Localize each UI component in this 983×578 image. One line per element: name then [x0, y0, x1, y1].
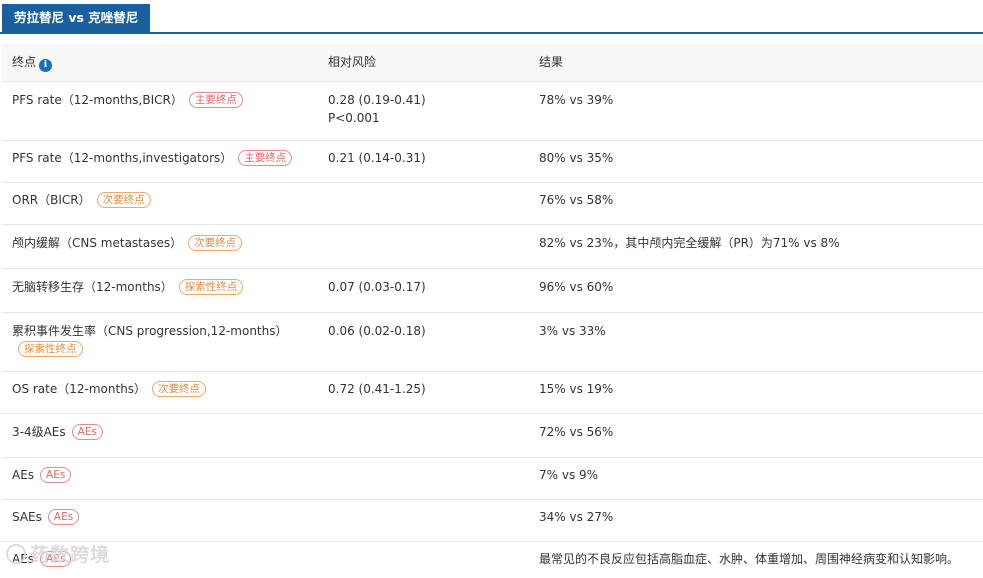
risk-cell: 0.21 (0.14-0.31) [328, 151, 426, 165]
endpoint-cell: 无脑转移生存（12-months） 探索性终点 [12, 278, 244, 296]
table-row: OS rate（12-months） 次要终点 0.72 (0.41-1.25) … [2, 372, 983, 414]
ae-tag: AEs [47, 509, 80, 525]
risk-cell: 0.28 (0.19-0.41) P<0.001 [328, 91, 426, 127]
results-table: 终点 i 相对风险 结果 PFS rate（12-months,BICR） 主要终点… [2, 44, 983, 578]
table-row: 累积事件发生率（CNS progression,12-months） 探索性终点 … [2, 313, 983, 372]
table-row: PFS rate（12-months,investigators） 主要终点 0.… [2, 141, 983, 183]
endpoint-label: 无脑转移生存（12-months） [12, 280, 173, 294]
tab-bar: 劳拉替尼 vs 克唑替尼 [0, 0, 983, 34]
secondary-endpoint-tag: 次要终点 [96, 192, 151, 208]
primary-endpoint-tag: 主要终点 [188, 92, 243, 108]
info-icon[interactable]: i [39, 59, 53, 72]
result-cell: 82% vs 23%，其中颅内完全缓解（PR）为71% vs 8% [539, 236, 840, 250]
endpoint-cell: SAEs AEs [12, 508, 80, 526]
watermark: 药数跨境 [6, 540, 110, 567]
endpoint-label: AEs [12, 468, 35, 482]
risk-cell: 0.06 (0.02-0.18) [328, 324, 426, 338]
result-cell: 3% vs 33% [539, 324, 606, 338]
table-row: 颅内缓解（CNS metastases） 次要终点 82% vs 23%，其中颅内… [2, 225, 983, 269]
tab-drug-comparison[interactable]: 劳拉替尼 vs 克唑替尼 [2, 4, 151, 32]
result-cell: 72% vs 56% [539, 425, 614, 439]
endpoint-label: 3-4级AEs [12, 425, 66, 439]
table-row: PFS rate（12-months,BICR） 主要终点 0.28 (0.19-… [2, 82, 983, 141]
result-cell: 34% vs 27% [539, 510, 614, 524]
endpoint-label: PFS rate（12-months,BICR） [12, 93, 183, 107]
endpoint-label: SAEs [12, 510, 42, 524]
secondary-endpoint-tag: 次要终点 [188, 235, 243, 251]
risk-value: 0.28 (0.19-0.41) [328, 93, 426, 107]
exploratory-endpoint-tag: 探索性终点 [18, 341, 83, 357]
exploratory-endpoint-tag: 探索性终点 [178, 279, 244, 295]
table-row: SAEs AEs 34% vs 27% [2, 500, 983, 542]
table-row: 无脑转移生存（12-months） 探索性终点 0.07 (0.03-0.17) … [2, 269, 983, 313]
result-cell: 78% vs 39% [539, 93, 614, 107]
header-endpoint-label: 终点 [12, 55, 37, 69]
result-cell: 80% vs 35% [539, 151, 614, 165]
result-cell: 76% vs 58% [539, 193, 614, 207]
endpoint-cell: PFS rate（12-months,investigators） 主要终点 [12, 149, 293, 167]
result-cell: 15% vs 19% [539, 382, 614, 396]
endpoint-label: 累积事件发生率（CNS progression,12-months） [12, 324, 288, 338]
endpoint-cell: ORR（BICR） 次要终点 [12, 191, 151, 209]
table-row: ORR（BICR） 次要终点 76% vs 58% [2, 183, 983, 225]
result-cell: 7% vs 9% [539, 468, 599, 482]
risk-cell: 0.07 (0.03-0.17) [328, 280, 426, 294]
ae-tag: AEs [71, 424, 103, 440]
risk-cell: 0.72 (0.41-1.25) [328, 382, 426, 396]
header-result: 结果 [539, 55, 564, 69]
primary-endpoint-tag: 主要终点 [238, 150, 293, 166]
secondary-endpoint-tag: 次要终点 [152, 381, 207, 397]
endpoint-label: ORR（BICR） [12, 193, 91, 207]
endpoint-cell: OS rate（12-months） 次要终点 [12, 380, 207, 398]
endpoint-cell: 累积事件发生率（CNS progression,12-months） 探索性终点 [12, 322, 288, 358]
endpoint-label: 颅内缓解（CNS metastases） [12, 236, 183, 250]
watermark-text: 药数跨境 [30, 544, 111, 566]
header-endpoint: 终点 i [12, 53, 53, 72]
result-cell: 最常见的不良反应包括高脂血症、水肿、体重增加、周围神经病变和认知影响。 [539, 552, 960, 566]
table-header: 终点 i 相对风险 结果 [2, 44, 983, 82]
result-cell: 96% vs 60% [539, 280, 614, 294]
table-row: 3-4级AEs AEs 72% vs 56% [2, 414, 983, 458]
table-row: AEs AEs 7% vs 9% [2, 458, 983, 500]
endpoint-cell: PFS rate（12-months,BICR） 主要终点 [12, 91, 243, 109]
endpoint-cell: 3-4级AEs AEs [12, 423, 103, 441]
ae-tag: AEs [40, 467, 72, 483]
watermark-logo-icon [6, 544, 26, 564]
endpoint-label: PFS rate（12-months,investigators） [12, 151, 233, 165]
endpoint-cell: AEs AEs [12, 466, 72, 484]
header-relative-risk: 相对风险 [328, 55, 377, 69]
endpoint-label: OS rate（12-months） [12, 382, 147, 396]
table-row: AEs AEs 最常见的不良反应包括高脂血症、水肿、体重增加、周围神经病变和认知影… [2, 542, 983, 578]
p-value: P<0.001 [328, 111, 380, 125]
endpoint-cell: 颅内缓解（CNS metastases） 次要终点 [12, 234, 243, 252]
